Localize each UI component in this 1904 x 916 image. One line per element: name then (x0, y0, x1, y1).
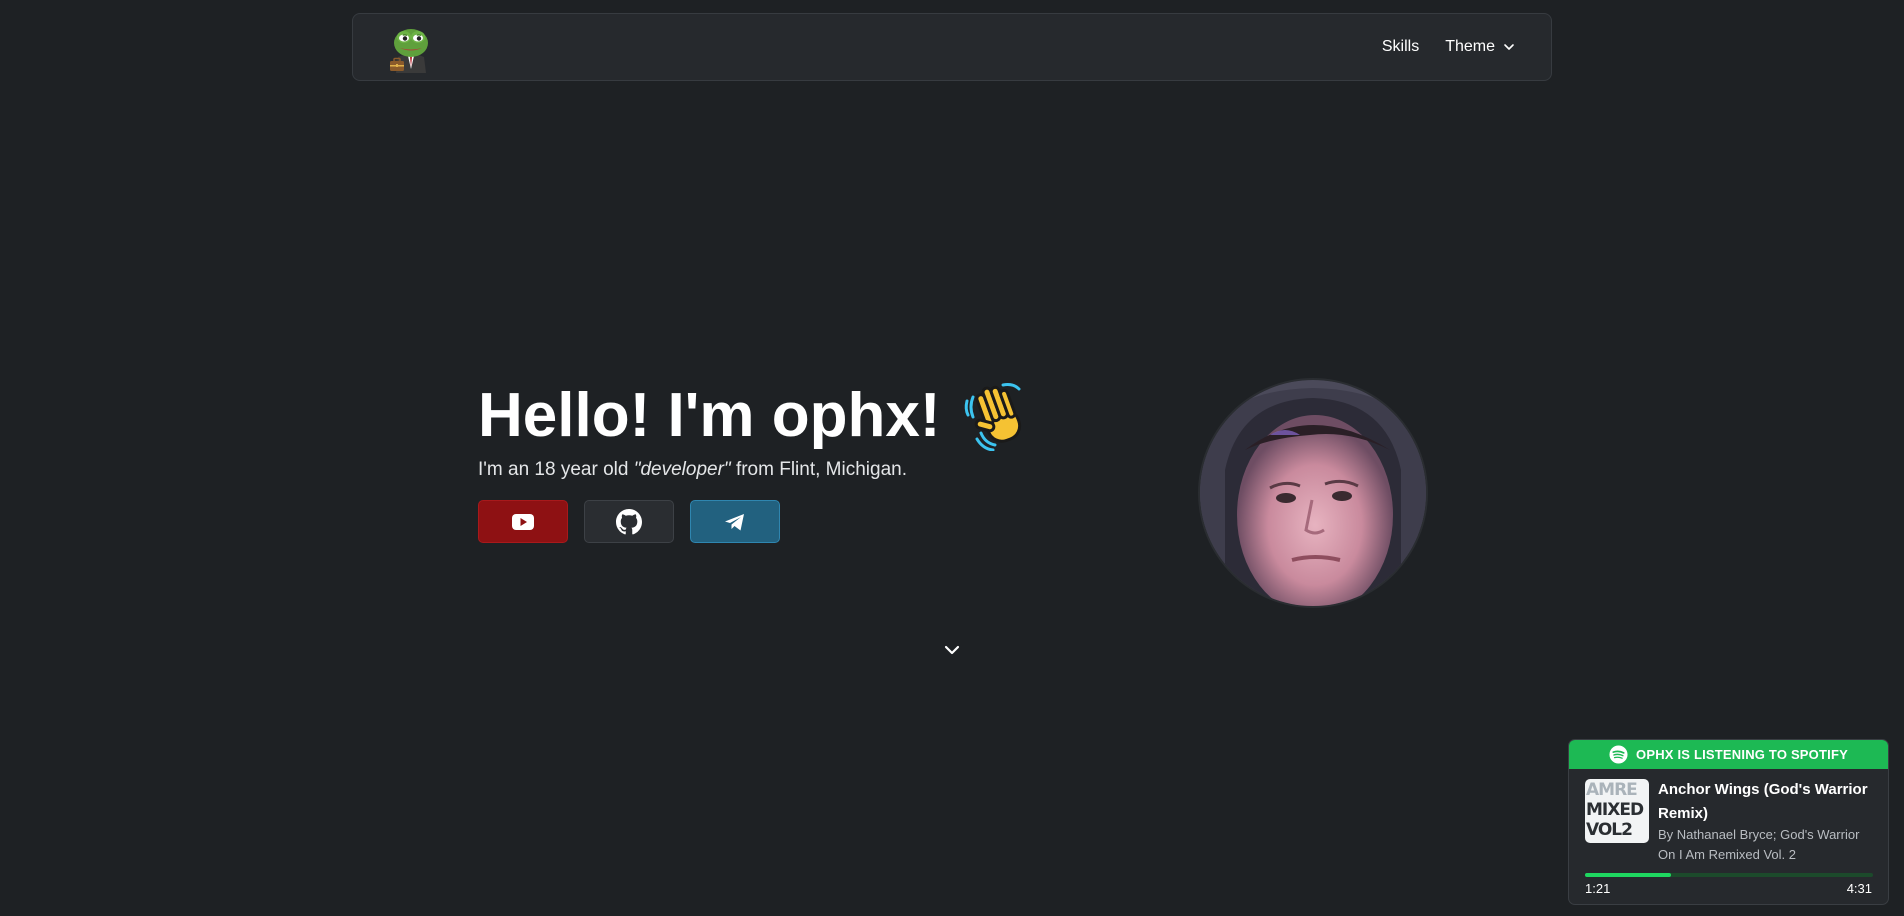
hero-title: Hello! I'm ophx! (478, 376, 1033, 456)
track-artist: By Nathanael Bryce; God's Warrior On I A… (1658, 827, 1860, 862)
navbar: Skills Theme (352, 13, 1552, 81)
album-art[interactable]: AMRE MIXED VOL2 (1585, 779, 1649, 843)
time-total: 4:31 (1846, 881, 1872, 896)
waving-hand-icon (964, 383, 1021, 451)
nav-links: Skills Theme (1382, 14, 1515, 80)
album-art-lettering: AMRE MIXED VOL2 (1586, 780, 1644, 840)
theme-dropdown[interactable]: Theme (1445, 38, 1515, 56)
subtitle-before: I'm an 18 year old (478, 459, 634, 480)
scroll-down-chevron-icon[interactable] (942, 640, 962, 660)
telegram-button[interactable] (690, 500, 780, 543)
spotify-icon (1609, 745, 1628, 764)
spotify-now-playing-widget: OPHX IS LISTENING TO SPOTIFY AMRE MIXED … (1568, 739, 1889, 905)
hero-greeting: Hello! I'm ophx! (478, 381, 941, 450)
nav-link-skills[interactable]: Skills (1382, 38, 1419, 56)
youtube-button[interactable] (478, 500, 568, 543)
hero-subtitle: I'm an 18 year old "developer" from Flin… (478, 459, 907, 481)
pepe-frog-logo-icon[interactable] (386, 23, 436, 73)
spotify-header-label: OPHX IS LISTENING TO SPOTIFY (1636, 747, 1848, 762)
nav-link-skills-label: Skills (1381, 38, 1420, 55)
theme-dropdown-label: Theme (1445, 38, 1495, 55)
spotify-header: OPHX IS LISTENING TO SPOTIFY (1569, 740, 1888, 769)
track-title[interactable]: Anchor Wings (God's Warrior Remix) (1658, 778, 1878, 826)
playback-progress-fill (1585, 873, 1672, 877)
chevron-down-icon (1504, 44, 1514, 50)
playback-progress-bar (1585, 873, 1873, 877)
telegram-icon (725, 513, 744, 530)
youtube-icon (512, 513, 534, 530)
profile-photo (1200, 380, 1426, 606)
time-elapsed: 1:21 (1585, 881, 1611, 896)
subtitle-emphasis: "developer" (633, 459, 731, 480)
github-icon (616, 508, 642, 534)
subtitle-after: from Flint, Michigan. (730, 459, 907, 480)
github-button[interactable] (584, 500, 674, 543)
social-buttons (478, 500, 780, 543)
